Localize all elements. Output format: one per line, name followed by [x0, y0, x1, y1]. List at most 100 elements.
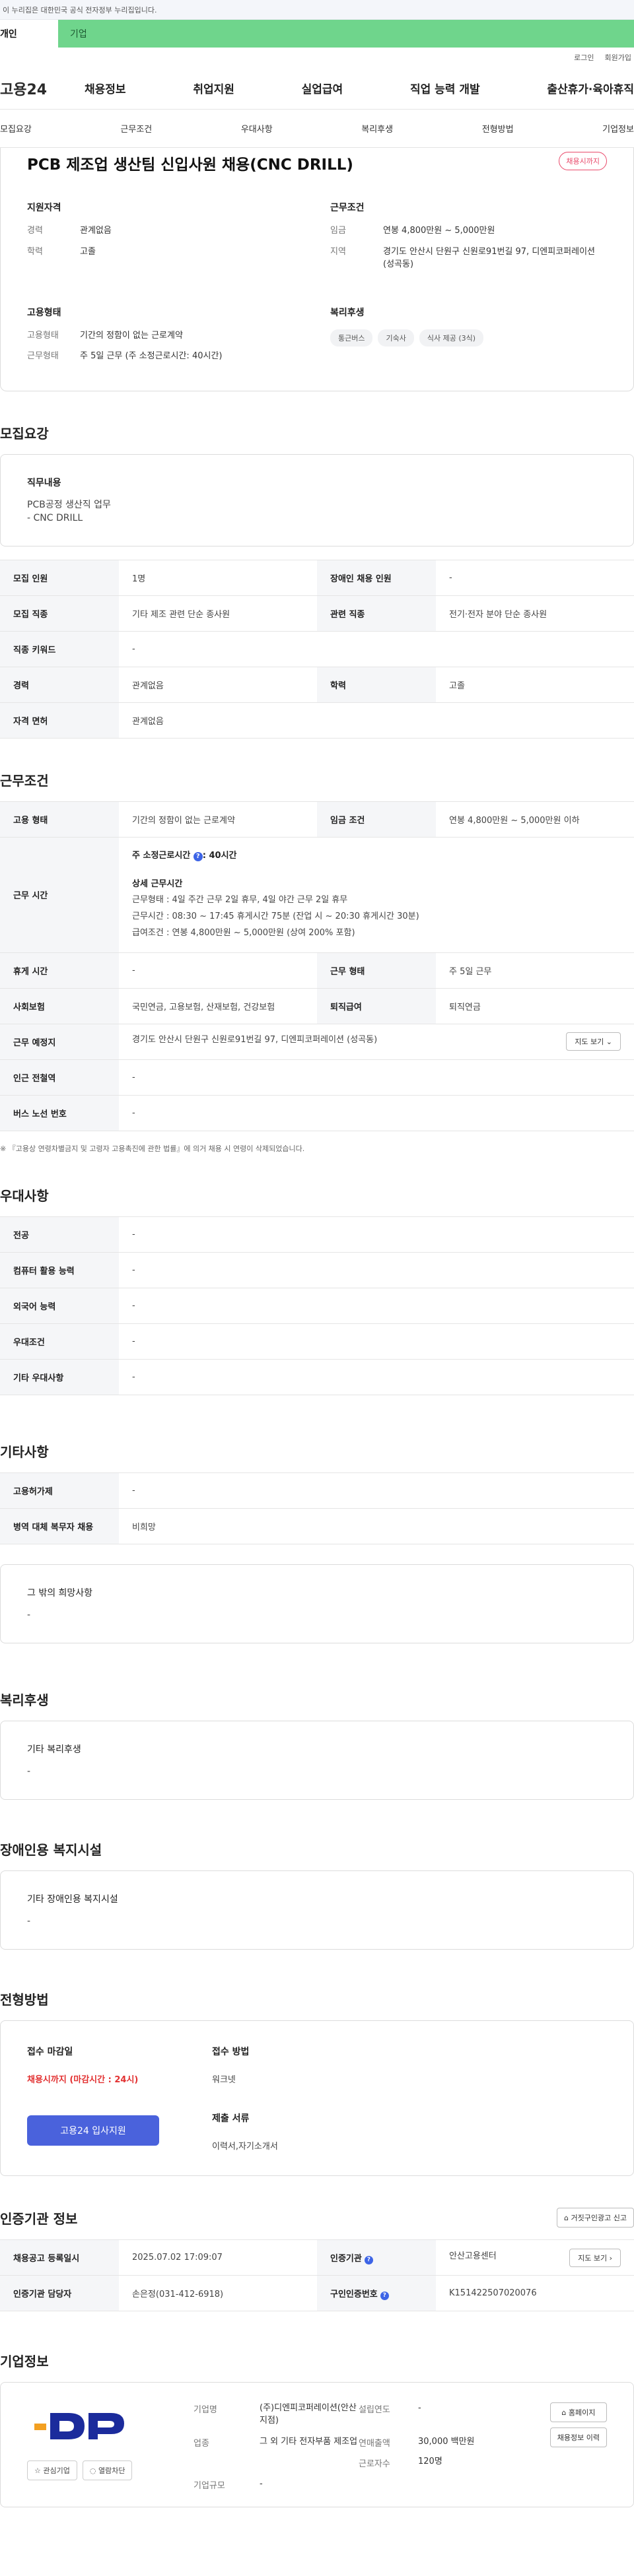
gnb-item-employment-support[interactable]: 취업지원	[193, 80, 234, 96]
table-key: 근무 형태	[317, 952, 436, 989]
homepage-button[interactable]: ⌂ 홈페이지	[549, 2402, 607, 2423]
table-row: 채용공고 등록일시 2025.07.02 17:09:07 인증기관? 안산고용…	[0, 2239, 634, 2276]
table-value: 관계없음	[119, 702, 634, 739]
condition-heading: 근무조건	[330, 203, 365, 213]
table-row: 사회보험 국민연금, 고용보험, 산재보험, 건강보험 퇴직급여 퇴직연금	[0, 987, 634, 1024]
subnav-welfare[interactable]: 복리후생	[361, 122, 393, 135]
hours-detail-line: 근무형태 : 4일 주간 근무 2일 휴무, 4일 야간 근무 2일 휴무	[132, 895, 348, 906]
docs-heading: 제출 서류	[212, 2113, 250, 2125]
method-heading: 접수 방법	[212, 2047, 250, 2058]
etc-table: 고용허가제 - 병역 대체 복무자 채용 비희망	[0, 1472, 634, 1544]
job-history-button[interactable]: 채용정보 이력	[549, 2427, 607, 2448]
table-row: 전공 -	[0, 1216, 634, 1253]
agency-map-button[interactable]: 지도 보기 ›	[569, 2248, 621, 2267]
tab-company[interactable]: 기업	[58, 20, 87, 48]
table-row: 근무 시간 주 소정근로시간 ?: 40시간 상세 근무시간 근무형태 : 4일…	[0, 837, 634, 953]
table-value: 비희망	[119, 1507, 634, 1544]
info-icon[interactable]: ?	[380, 2291, 389, 2300]
company-name-value: (주)디엔피코퍼레이션(안산지점)	[260, 2403, 357, 2426]
career-label: 경력	[27, 226, 43, 236]
table-key: 기타 우대사항	[0, 1358, 119, 1395]
welfare-etc-heading: 기타 복리후생	[27, 1744, 81, 1755]
wish-value: -	[27, 1609, 31, 1620]
table-key: 장애인 채용 인원	[317, 560, 436, 597]
table-row: 병역 대체 복무자 채용 비희망	[0, 1507, 634, 1544]
company-name-label: 기업명	[194, 2405, 217, 2416]
gnb-item-parental-leave[interactable]: 출산휴가·육아휴직	[547, 80, 634, 96]
table-key: 퇴직급여	[317, 987, 436, 1024]
table-value: 기타 제조 관련 단순 종사원	[119, 595, 317, 632]
join-link[interactable]: 회원가입	[605, 52, 631, 63]
welfare-section-title: 복리후생	[0, 1692, 49, 1708]
site-logo[interactable]: 고용24	[0, 78, 85, 99]
table-value: -	[119, 1323, 634, 1360]
work-form-label: 근무형태	[27, 351, 59, 361]
map-button[interactable]: 지도 보기 ⌄	[566, 1032, 621, 1051]
table-key: 직종 키워드	[0, 631, 119, 668]
table-key: 병역 대체 복무자 채용	[0, 1507, 119, 1544]
disability-box: 기타 장애인용 복지시설 -	[0, 1870, 634, 1950]
table-key: 고용 형태	[0, 801, 119, 838]
table-value: 퇴직연금	[436, 987, 634, 1024]
duty-heading: 직무내용	[27, 477, 61, 488]
company-size-label: 기업규모	[194, 2480, 225, 2491]
job-title: PCB 제조업 생산팀 신입사원 채용(CNC DRILL)	[27, 156, 353, 174]
homepage-label: 홈페이지	[568, 2408, 596, 2418]
gnb-item-jobs[interactable]: 채용정보	[85, 80, 126, 96]
table-value: 1명	[119, 560, 317, 597]
employment-heading: 고용형태	[27, 307, 61, 318]
table-key: 휴게 시간	[0, 952, 119, 989]
gnb-item-unemployment[interactable]: 실업급여	[302, 80, 343, 96]
utility-menu: 로그인 회원가입	[0, 48, 634, 67]
welfare-etc-value: -	[27, 1766, 31, 1777]
global-nav: 고용24 채용정보 취업지원 실업급여 직업 능력 개발 출산휴가·육아휴직	[0, 67, 634, 110]
block-button[interactable]: ◌ 열람차단	[82, 2460, 133, 2481]
table-row: 인증기관 담당자 손은정(031-412-6918) 구인인증번호? K1514…	[0, 2275, 634, 2312]
subnav-apply[interactable]: 전형방법	[482, 122, 514, 135]
disability-heading: 기타 장애인용 복지시설	[27, 1894, 118, 1905]
subnav-work[interactable]: 근무조건	[120, 122, 152, 135]
disability-value: -	[27, 1916, 31, 1927]
report-button[interactable]: ⌂ 거짓구인광고 신고	[557, 2208, 634, 2228]
table-value: 안산고용센터 지도 보기 ›	[436, 2239, 634, 2276]
agency-section-title: 인증기관 정보	[0, 2210, 78, 2227]
welfare-chip: 통근버스	[330, 329, 373, 347]
table-value: 2025.07.02 17:09:07	[119, 2239, 317, 2276]
subnav-prefer[interactable]: 우대사항	[241, 122, 273, 135]
table-row: 우대조건 -	[0, 1323, 634, 1360]
table-value: 전기·전자 분야 단순 종사원	[436, 595, 634, 632]
table-value: -	[119, 1287, 634, 1324]
login-link[interactable]: 로그인	[574, 52, 594, 63]
subnav-company[interactable]: 기업정보	[602, 122, 634, 135]
subnav-recruit[interactable]: 모집요강	[0, 122, 32, 135]
docs-value: 이력서,자기소개서	[212, 2142, 278, 2152]
job-summary-card: PCB 제조업 생산팀 신입사원 채용(CNC DRILL) 채용시까지 지원자…	[0, 148, 634, 391]
info-icon[interactable]: ?	[364, 2255, 373, 2264]
table-key: 버스 노선 번호	[0, 1094, 119, 1131]
prefer-section-title: 우대사항	[0, 1187, 49, 1204]
cert-value: 안산고용센터	[449, 2251, 497, 2261]
site-tabbar: 개인 기업	[0, 20, 634, 48]
table-row: 자격 면허 관계없음	[0, 702, 634, 739]
table-row: 경력 관계없음 학력 고졸	[0, 667, 634, 704]
employment-type-label: 고용형태	[27, 330, 59, 341]
deadline-value: 채용시까지 (마감시간 : 24시)	[27, 2075, 139, 2086]
table-key: 관련 직종	[317, 595, 436, 632]
help-icon[interactable]: ?	[193, 852, 203, 862]
interest-button[interactable]: ☆ 관심기업	[27, 2460, 77, 2481]
table-value: 고졸	[436, 667, 634, 704]
report-button-label: 거짓구인광고 신고	[571, 2214, 627, 2223]
tab-personal[interactable]: 개인	[0, 20, 58, 48]
table-value: -	[119, 952, 317, 989]
table-value: -	[119, 1216, 634, 1253]
table-value: -	[119, 1251, 634, 1288]
apply-button[interactable]: 고용24 입사지원	[27, 2115, 159, 2146]
welfare-chip: 식사 제공 (3식)	[419, 329, 484, 347]
method-value: 워크넷	[212, 2075, 236, 2086]
welfare-box: 기타 복리후생 -	[0, 1720, 634, 1800]
welfare-heading: 복리후생	[330, 307, 365, 318]
table-key: 경력	[0, 667, 119, 704]
hours-detail-line: 근무시간 : 08:30 ~ 17:45 휴게시간 75분 (잔업 시 ~ 20…	[132, 911, 419, 922]
gnb-item-training[interactable]: 직업 능력 개발	[410, 80, 480, 96]
company-logo	[27, 2402, 139, 2450]
